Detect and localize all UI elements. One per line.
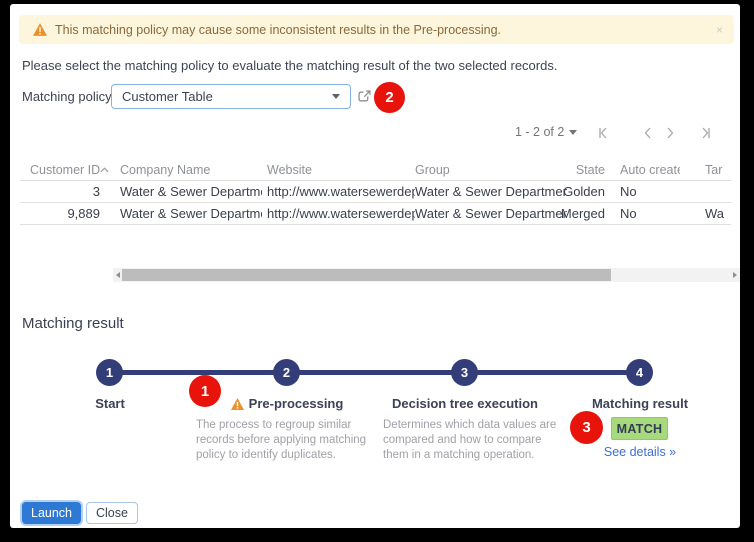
column-header-company-name[interactable]: Company Name (120, 159, 262, 181)
table-header-row: Customer ID Company Name Website Group S… (10, 159, 731, 181)
step-circle-2: 2 (273, 359, 300, 386)
column-header-customer-id[interactable]: Customer ID (30, 159, 100, 181)
warning-message: This matching policy may cause some inco… (55, 23, 501, 37)
see-details-link[interactable]: See details » (575, 445, 705, 459)
table-row[interactable]: 9,889 Water & Sewer Department http://ww… (10, 203, 731, 225)
close-button[interactable]: Close (86, 502, 138, 524)
cell-auto-created: No (620, 203, 680, 225)
cell-state: Golden (558, 181, 605, 203)
cell-group: Water & Sewer Department (415, 181, 567, 203)
next-page-icon[interactable] (663, 126, 677, 140)
previous-page-icon[interactable] (641, 126, 655, 140)
cell-group-text: Water & Sewer Department (415, 181, 567, 203)
step-circle-1: 1 (96, 359, 123, 386)
sort-ascending-icon[interactable] (100, 159, 109, 181)
intro-text: Please select the matching policy to eva… (22, 58, 557, 73)
row-divider (20, 224, 731, 225)
column-header-group[interactable]: Group (415, 159, 567, 181)
column-header-auto-created[interactable]: Auto created (620, 159, 680, 181)
cell-company-name: Water & Sewer Department (120, 203, 262, 225)
first-page-icon[interactable] (596, 126, 610, 140)
cell-target: Wa (705, 203, 731, 225)
cell-website: http://www.watersewerdepartm (267, 203, 415, 225)
warning-icon (231, 398, 244, 410)
step-description-pre-processing: The process to regroup similar records b… (196, 418, 371, 463)
table-row[interactable]: 3 Water & Sewer Department http://www.wa… (10, 181, 731, 203)
description-line: compared and how to compare (383, 433, 558, 448)
description-line: policy to identify duplicates. (196, 448, 371, 463)
description-line: Determines which data values are (383, 418, 558, 433)
cell-group-text: Water & Sewer Department (415, 203, 567, 225)
step-circle-4: 4 (626, 359, 653, 386)
column-header-state[interactable]: State (558, 159, 605, 181)
cell-state: Merged (558, 203, 605, 225)
cell-company-name: Water & Sewer Department (120, 181, 262, 203)
step-label-start: Start (58, 396, 162, 411)
matching-policy-value: Customer Table (122, 89, 213, 104)
cell-auto-created: No (620, 181, 680, 203)
cell-target (705, 181, 731, 203)
step-label-pre-processing: Pre-processing (212, 396, 362, 411)
description-line: The process to regroup similar (196, 418, 371, 433)
pagination-range-dropdown[interactable]: 1 - 2 of 2 (515, 125, 577, 139)
scroll-right-icon[interactable] (733, 272, 737, 278)
match-analysis-dialog: This matching policy may cause some inco… (10, 4, 740, 528)
cell-group: Water & Sewer Department (415, 203, 567, 225)
scrollbar-thumb[interactable] (122, 269, 611, 281)
matching-policy-label: Matching policy (22, 89, 112, 104)
open-policy-external-icon[interactable] (358, 90, 371, 103)
pagination-range-label: 1 - 2 of 2 (515, 125, 564, 139)
launch-button[interactable]: Launch (22, 502, 81, 524)
matching-policy-select[interactable]: Customer Table (111, 84, 351, 109)
records-table: Customer ID Company Name Website Group S… (10, 159, 731, 227)
column-header-target[interactable]: Tar (705, 159, 731, 181)
column-header-website[interactable]: Website (267, 159, 415, 181)
warning-banner: This matching policy may cause some inco… (19, 15, 734, 44)
stepper-connector-line (110, 370, 640, 375)
chevron-down-icon (569, 130, 577, 135)
step-label-matching-result: Matching result (565, 396, 715, 411)
screenshot-page: This matching policy may cause some inco… (0, 0, 754, 542)
warning-icon (33, 23, 47, 36)
step-circle-3: 3 (451, 359, 478, 386)
step-label-text: Pre-processing (249, 396, 344, 411)
annotation-circle-3: 3 (570, 411, 603, 444)
annotation-circle-2: 2 (374, 82, 405, 113)
description-line: records before applying matching (196, 433, 371, 448)
chevron-down-icon (332, 94, 340, 99)
step-description-decision-tree: Determines which data values are compare… (383, 418, 558, 463)
annotation-circle-1: 1 (189, 375, 221, 407)
match-status-badge: MATCH (611, 417, 668, 440)
description-line: them in a matching operation. (383, 448, 558, 463)
horizontal-scrollbar[interactable] (113, 268, 740, 282)
cell-website: http://www.watersewerdepartm (267, 181, 415, 203)
cell-customer-id: 3 (30, 181, 100, 203)
scroll-left-icon[interactable] (116, 272, 120, 278)
cell-customer-id: 9,889 (30, 203, 100, 225)
close-icon[interactable]: × (716, 24, 723, 36)
matching-result-title: Matching result (22, 315, 124, 332)
last-page-icon[interactable] (699, 126, 713, 140)
step-label-decision-tree: Decision tree execution (385, 396, 545, 411)
